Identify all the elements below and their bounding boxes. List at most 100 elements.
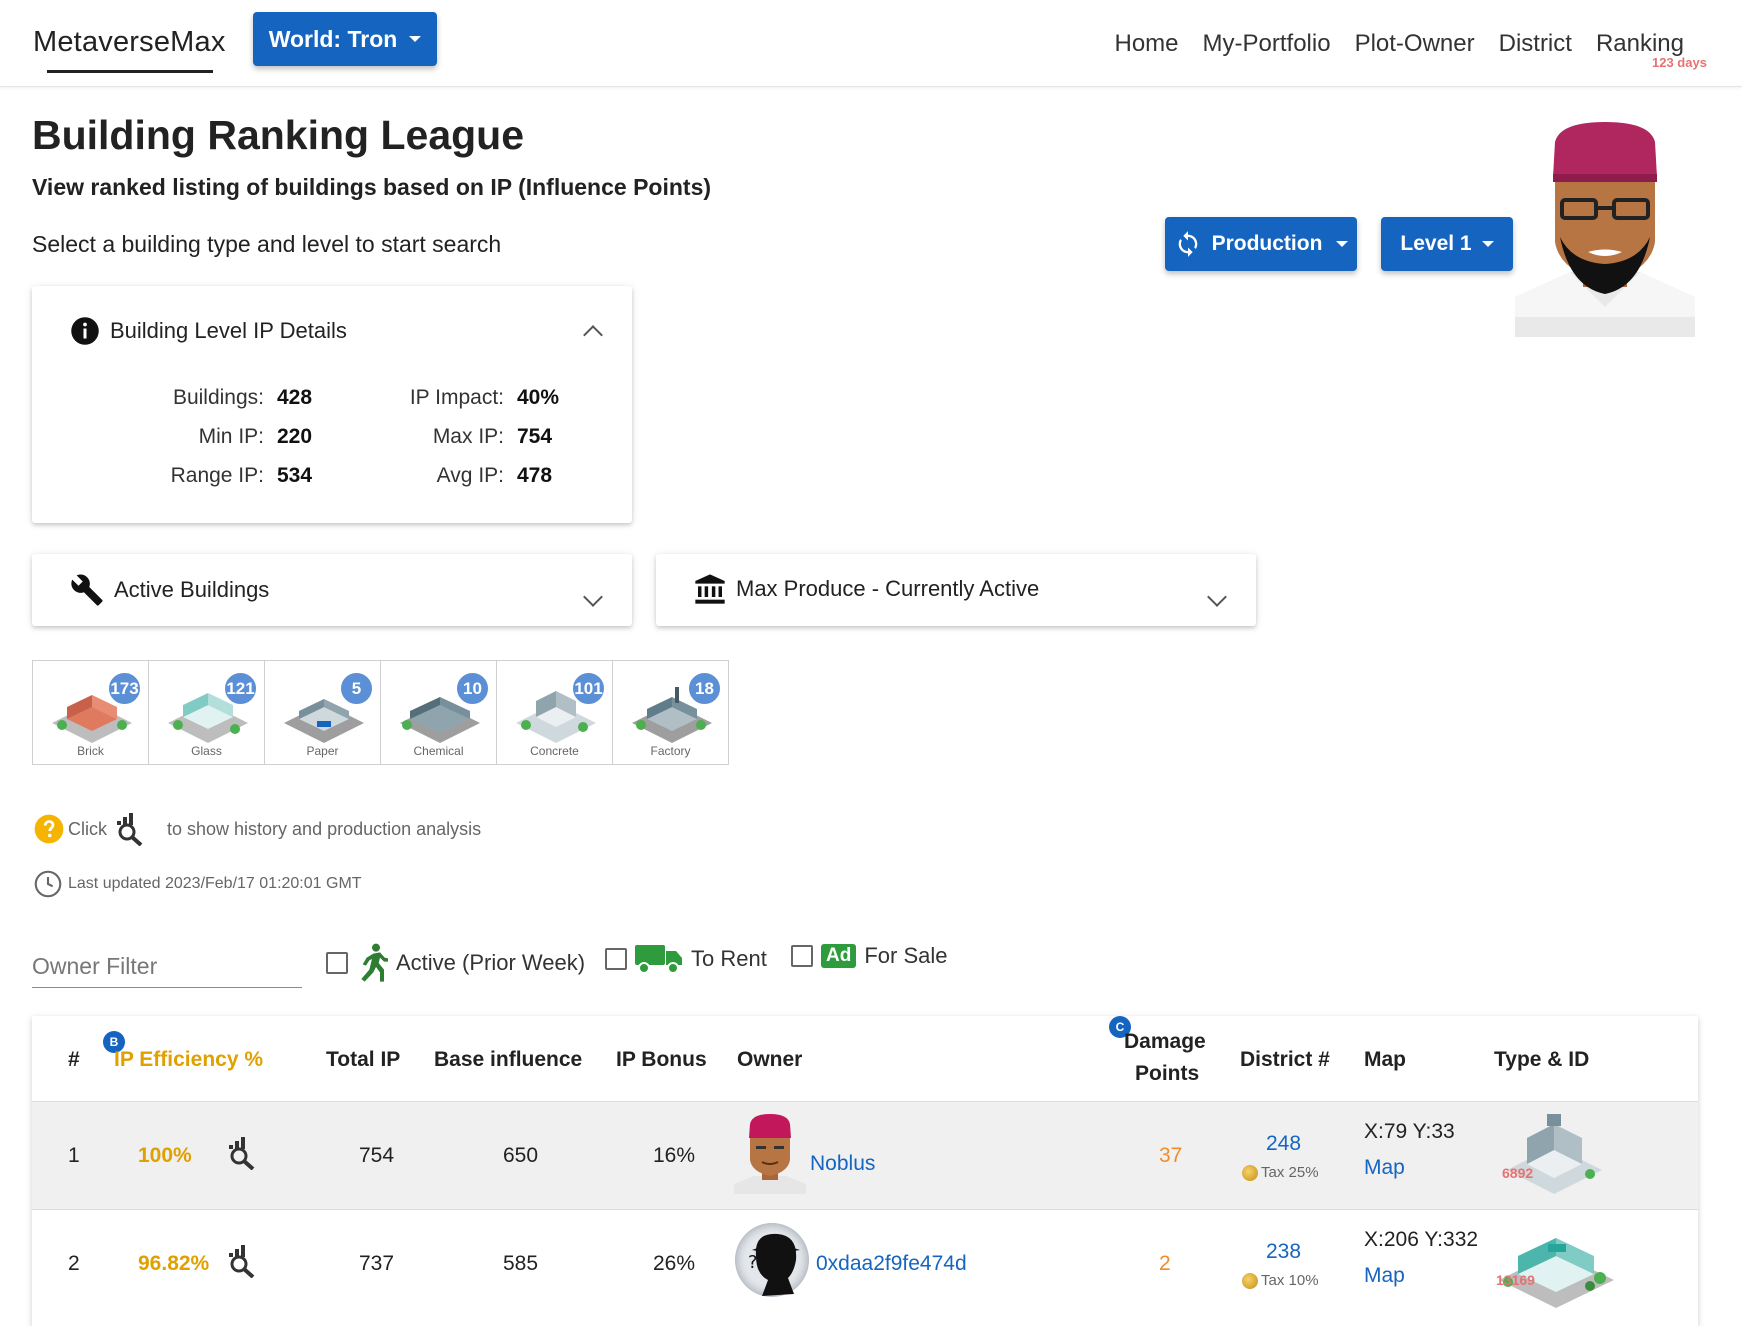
analysis-icon[interactable] xyxy=(227,1136,257,1170)
tile-count-badge: 101 xyxy=(571,671,606,706)
col-ip-bonus[interactable]: IP Bonus xyxy=(616,1048,707,1072)
min-ip-value: 220 xyxy=(277,425,313,448)
filter-rent[interactable]: To Rent xyxy=(605,943,767,975)
row-district[interactable]: 248 xyxy=(1266,1132,1301,1156)
rent-checkbox[interactable] xyxy=(605,948,627,970)
level-button[interactable]: Level 1 xyxy=(1381,217,1513,271)
analysis-hint: Click to show history and production ana… xyxy=(34,812,481,846)
col-damage-line1[interactable]: Damage xyxy=(1124,1030,1206,1054)
row-building-id: 6892 xyxy=(1502,1165,1534,1181)
row-total-ip: 737 xyxy=(359,1252,395,1275)
table-row: 1 100% 754 650 16% Noblus 37 248 Tax 25%… xyxy=(32,1101,1698,1209)
chevron-up-icon[interactable] xyxy=(583,325,603,345)
ip-impact-label: IP Impact: xyxy=(409,386,504,409)
row-owner[interactable]: 0xdaa2f9fe474d xyxy=(816,1252,967,1276)
col-efficiency[interactable]: IP Efficiency % xyxy=(114,1048,263,1072)
caret-down-icon xyxy=(1336,241,1349,247)
tile-brick[interactable]: 173 Brick xyxy=(32,660,149,765)
col-type-id[interactable]: Type & ID xyxy=(1494,1048,1589,1072)
glass-building-icon[interactable] xyxy=(1494,1218,1619,1308)
caret-down-icon xyxy=(1481,241,1494,247)
sale-checkbox[interactable] xyxy=(791,945,813,967)
col-base-influence[interactable]: Base influence xyxy=(434,1048,582,1072)
col-map: Map xyxy=(1364,1048,1406,1071)
buildings-label: Buildings: xyxy=(172,386,264,409)
row-owner[interactable]: Noblus xyxy=(810,1152,875,1176)
filter-rent-label: To Rent xyxy=(691,946,767,971)
tile-count-badge: 18 xyxy=(687,671,722,706)
min-ip-label: Min IP: xyxy=(198,425,264,448)
wrench-icon xyxy=(71,574,103,606)
filter-active-label: Active (Prior Week) xyxy=(396,950,586,975)
building-type-tiles: 173 Brick 121 Glass 5 Paper 10 Chemical … xyxy=(32,660,729,765)
tile-glass[interactable]: 121 Glass xyxy=(148,660,265,765)
row-efficiency: 100% xyxy=(138,1144,192,1167)
row-damage: 37 xyxy=(1159,1144,1183,1167)
row-tax: Tax 10% xyxy=(1242,1272,1319,1289)
tile-factory[interactable]: 18 Factory xyxy=(612,660,729,765)
last-updated: Last updated 2023/Feb/17 01:20:01 GMT xyxy=(34,870,362,898)
row-map-link[interactable]: Map xyxy=(1364,1156,1405,1180)
nav-ranking[interactable]: Ranking xyxy=(1596,30,1684,58)
analysis-icon xyxy=(117,813,143,846)
tile-count-badge: 10 xyxy=(455,671,490,706)
ip-details-card: Building Level IP Details Buildings: 428… xyxy=(32,286,632,523)
owner-avatar[interactable]: ? xyxy=(734,1222,810,1298)
row-tax: Tax 25% xyxy=(1242,1164,1319,1181)
sync-icon xyxy=(1178,231,1197,257)
analysis-icon[interactable] xyxy=(227,1244,257,1278)
row-efficiency: 96.82% xyxy=(138,1252,210,1275)
chevron-down-icon[interactable] xyxy=(583,587,603,607)
world-select-label: World: Tron xyxy=(268,25,398,52)
row-map-link[interactable]: Map xyxy=(1364,1264,1405,1288)
brand-logo[interactable]: MetaverseMax xyxy=(33,26,226,59)
row-tax-text: Tax 10% xyxy=(1261,1272,1319,1289)
ip-details-grid: Buildings: 428 IP Impact: 40% Min IP: 22… xyxy=(32,386,632,503)
world-select-button[interactable]: World: Tron xyxy=(253,12,437,66)
chevron-down-icon[interactable] xyxy=(1207,587,1227,607)
nav-my-portfolio[interactable]: My-Portfolio xyxy=(1203,30,1331,58)
filter-sale[interactable]: Ad For Sale xyxy=(791,943,947,969)
analysis-text: to show history and production analysis xyxy=(167,818,482,839)
owner-avatar[interactable] xyxy=(734,1114,806,1194)
concrete-building-icon[interactable] xyxy=(1502,1110,1607,1198)
row-tax-text: Tax 25% xyxy=(1261,1164,1319,1181)
row-rank: 2 xyxy=(68,1252,80,1275)
range-ip-value: 534 xyxy=(277,464,313,487)
row-base: 650 xyxy=(503,1144,539,1167)
active-checkbox[interactable] xyxy=(326,952,348,974)
row-rank: 1 xyxy=(68,1144,80,1167)
filter-active[interactable]: Active (Prior Week) xyxy=(326,943,585,983)
col-district[interactable]: District # xyxy=(1240,1048,1330,1072)
nav-district[interactable]: District xyxy=(1499,30,1572,58)
col-total-ip[interactable]: Total IP xyxy=(326,1048,400,1072)
building-type-button[interactable]: Production xyxy=(1165,217,1357,271)
max-ip-value: 754 xyxy=(517,425,553,448)
max-produce-card[interactable]: Max Produce - Currently Active xyxy=(656,554,1256,626)
tile-count-badge: 173 xyxy=(107,671,142,706)
avg-ip-label: Avg IP: xyxy=(436,464,504,487)
page-title: Building Ranking League xyxy=(32,112,525,158)
active-buildings-title: Active Buildings xyxy=(114,577,270,602)
owner-filter-input[interactable] xyxy=(32,946,302,988)
ip-impact-value: 40% xyxy=(517,386,560,409)
row-district[interactable]: 238 xyxy=(1266,1240,1301,1264)
ip-details-title: Building Level IP Details xyxy=(110,318,347,343)
top-navbar: MetaverseMax World: Tron Home My-Portfol… xyxy=(0,0,1742,87)
nav-plot-owner[interactable]: Plot-Owner xyxy=(1355,30,1475,58)
row-total-ip: 754 xyxy=(359,1144,395,1167)
tile-chemical[interactable]: 10 Chemical xyxy=(380,660,497,765)
col-damage-line2[interactable]: Points xyxy=(1135,1062,1199,1086)
col-owner[interactable]: Owner xyxy=(737,1048,802,1072)
tile-concrete[interactable]: 101 Concrete xyxy=(496,660,613,765)
ip-details-header[interactable]: Building Level IP Details xyxy=(70,316,347,346)
active-buildings-header: Active Buildings xyxy=(70,573,269,607)
active-buildings-card[interactable]: Active Buildings xyxy=(32,554,632,626)
tile-paper[interactable]: 5 Paper xyxy=(264,660,381,765)
table-row: 2 96.82% 737 585 26% ? 0xdaa2f9fe474d 2 … xyxy=(32,1209,1698,1317)
nav-links: Home My-Portfolio Plot-Owner District Ra… xyxy=(1115,30,1685,58)
click-text: Click xyxy=(68,818,107,839)
nav-home[interactable]: Home xyxy=(1115,30,1179,58)
page-hint: Select a building type and level to star… xyxy=(32,231,502,257)
building-type-label: Production xyxy=(1211,232,1323,255)
